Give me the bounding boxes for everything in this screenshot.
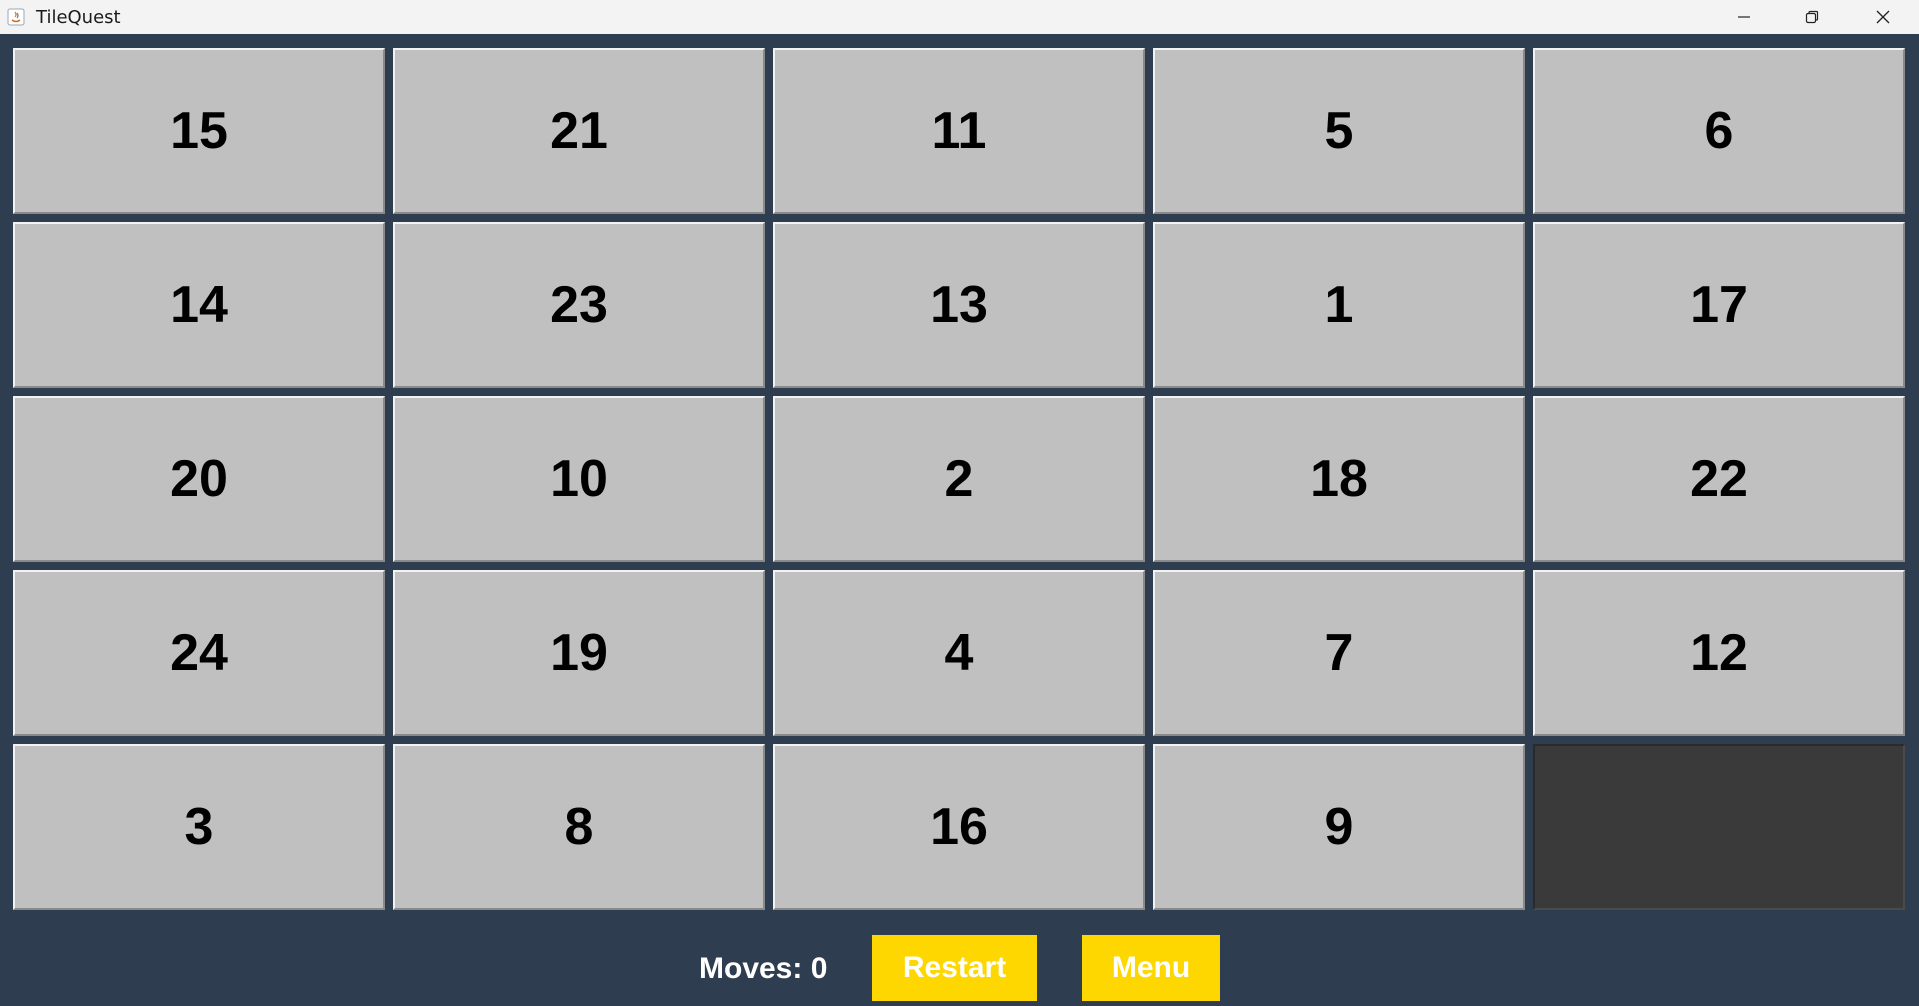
tile[interactable]: 24: [13, 570, 385, 736]
title-bar: TileQuest: [0, 0, 1919, 34]
tile[interactable]: 8: [393, 744, 765, 910]
minimize-button[interactable]: [1710, 0, 1778, 34]
restart-button[interactable]: Restart: [872, 935, 1037, 1001]
tile[interactable]: 9: [1153, 744, 1525, 910]
tile[interactable]: 19: [393, 570, 765, 736]
tile[interactable]: 12: [1533, 570, 1905, 736]
menu-button[interactable]: Menu: [1082, 935, 1220, 1001]
close-icon: [1876, 10, 1890, 24]
tile[interactable]: 1: [1153, 222, 1525, 388]
empty-tile: [1533, 744, 1905, 910]
minimize-icon: [1738, 16, 1750, 18]
tile[interactable]: 13: [773, 222, 1145, 388]
tile[interactable]: 18: [1153, 396, 1525, 562]
tile[interactable]: 2: [773, 396, 1145, 562]
tile[interactable]: 6: [1533, 48, 1905, 214]
window-title: TileQuest: [36, 6, 121, 28]
restore-button[interactable]: [1778, 0, 1846, 34]
tile[interactable]: 16: [773, 744, 1145, 910]
status-bar: Moves: 0 Restart Menu: [0, 932, 1919, 1002]
tile[interactable]: 3: [13, 744, 385, 910]
moves-counter: Moves: 0: [699, 952, 828, 985]
restore-icon: [1805, 10, 1819, 24]
tile[interactable]: 23: [393, 222, 765, 388]
tile[interactable]: 10: [393, 396, 765, 562]
tile[interactable]: 14: [13, 222, 385, 388]
java-app-icon: [6, 7, 26, 27]
tile[interactable]: 4: [773, 570, 1145, 736]
tile[interactable]: 21: [393, 48, 765, 214]
tile[interactable]: 20: [13, 396, 385, 562]
tile[interactable]: 7: [1153, 570, 1525, 736]
puzzle-board: 15 21 11 5 6 14 23 13 1 17 20 10 2 18 22…: [13, 48, 1906, 912]
tile[interactable]: 22: [1533, 396, 1905, 562]
tile[interactable]: 11: [773, 48, 1145, 214]
close-button[interactable]: [1849, 0, 1917, 34]
tile[interactable]: 17: [1533, 222, 1905, 388]
tile[interactable]: 5: [1153, 48, 1525, 214]
tile[interactable]: 15: [13, 48, 385, 214]
